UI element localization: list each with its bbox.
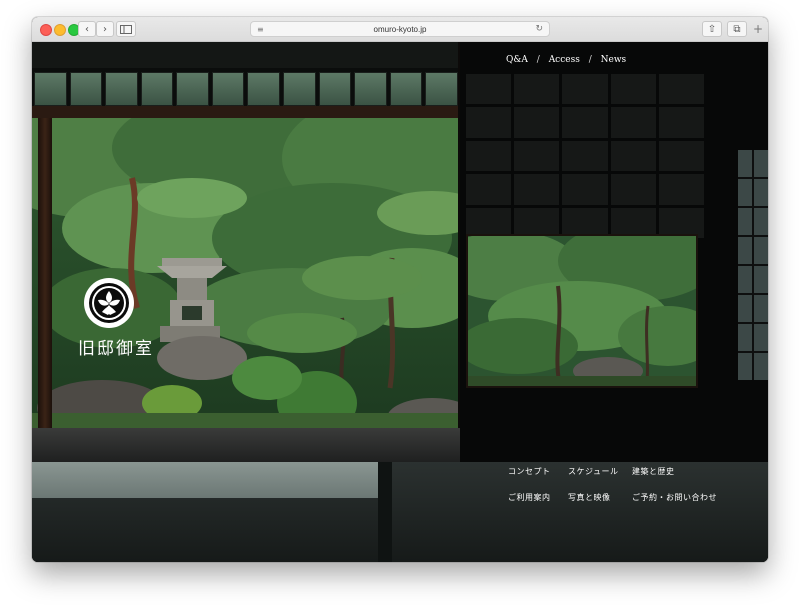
far-shoji-screen: [738, 150, 768, 380]
menu-link-reservation[interactable]: ご予約・お問い合わせ: [632, 492, 717, 503]
garden-window-photo: [466, 234, 698, 388]
menu-link-guide[interactable]: ご利用案内: [508, 492, 551, 503]
nav-link-qa[interactable]: Q&A: [506, 55, 528, 65]
nav-separator: /: [536, 55, 540, 65]
nav-separator: /: [588, 55, 592, 65]
chevron-right-icon: ›: [103, 24, 107, 35]
tabs-button[interactable]: ⧉: [727, 21, 747, 37]
sidebar-icon: [120, 25, 132, 34]
share-icon: ⇧: [707, 24, 717, 35]
chevron-left-icon: ‹: [85, 24, 89, 35]
veranda-floor: [32, 428, 460, 462]
header-nav: Q&A / Access / News: [506, 55, 626, 65]
reload-icon[interactable]: ↻: [535, 22, 543, 37]
menu-link-schedule[interactable]: スケジュール: [568, 466, 618, 477]
browser-window: ‹ › ≡ omuro-kyoto.jp ↻ ⇧ ⧉ + 旧邸御室 Q&A / …: [32, 17, 768, 562]
shoji-lattice: [466, 74, 704, 238]
tatami-border: [378, 462, 392, 562]
address-bar[interactable]: ≡ omuro-kyoto.jp ↻: [250, 21, 550, 37]
page-content: 旧邸御室 Q&A / Access / News コンセプト スケジュール 建築…: [32, 42, 768, 562]
nav-link-news[interactable]: News: [601, 55, 627, 65]
tatami-highlight: [32, 462, 378, 498]
site-title[interactable]: 旧邸御室: [78, 334, 154, 359]
forward-button[interactable]: ›: [96, 21, 114, 37]
sidebar-button[interactable]: [116, 21, 136, 37]
tabs-icon: ⧉: [733, 24, 741, 35]
browser-toolbar: ‹ › ≡ omuro-kyoto.jp ↻ ⇧ ⧉ +: [32, 17, 768, 42]
menu-link-gallery[interactable]: 写真と映像: [568, 492, 611, 503]
new-tab-button[interactable]: +: [750, 21, 766, 37]
menu-link-concept[interactable]: コンセプト: [508, 466, 551, 477]
close-window-button[interactable]: [40, 24, 52, 36]
minimize-window-button[interactable]: [54, 24, 66, 36]
share-button[interactable]: ⇧: [702, 21, 722, 37]
plus-icon: +: [752, 22, 764, 36]
menu-link-architecture[interactable]: 建築と歴史: [632, 466, 675, 477]
back-button[interactable]: ‹: [78, 21, 96, 37]
wooden-post: [38, 118, 52, 430]
shoji-transom: [32, 42, 460, 118]
url-text: omuro-kyoto.jp: [373, 25, 427, 34]
garden-photo: [32, 118, 460, 430]
crest-icon[interactable]: [84, 278, 134, 328]
nav-link-access[interactable]: Access: [549, 55, 580, 65]
